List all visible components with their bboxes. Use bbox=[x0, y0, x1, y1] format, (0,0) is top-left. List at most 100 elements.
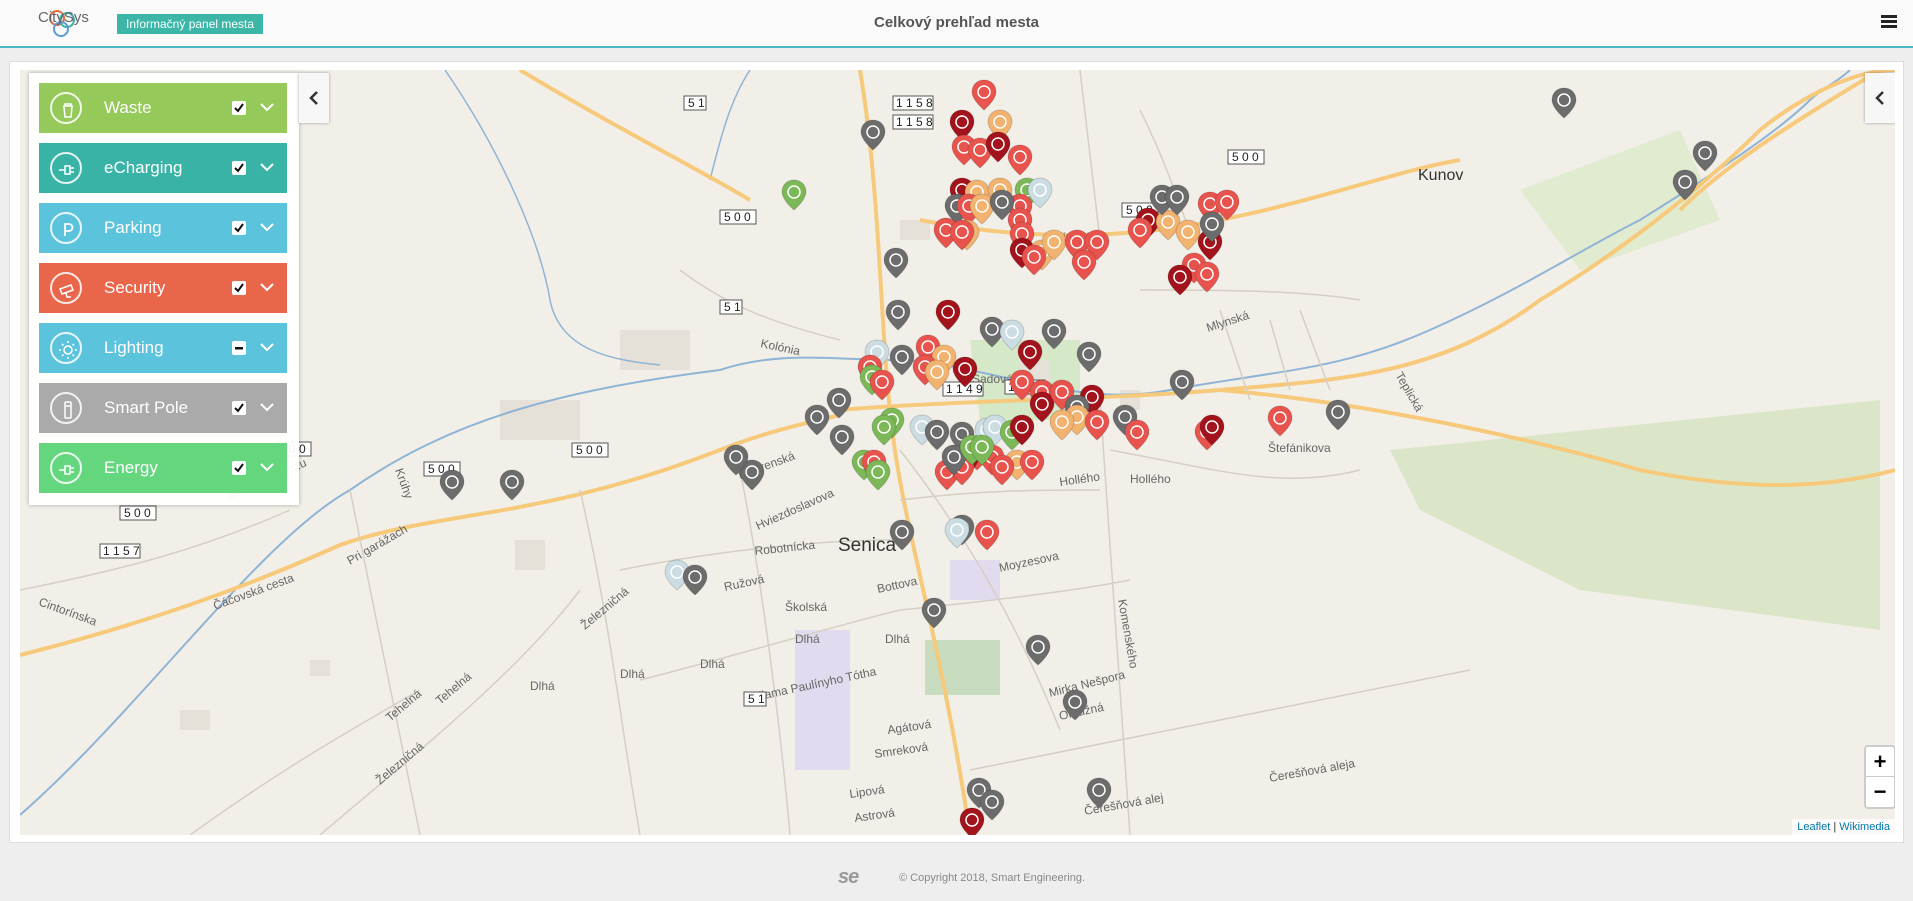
collapse-left-button[interactable] bbox=[299, 73, 329, 123]
map-marker-pin[interactable] bbox=[1019, 449, 1045, 481]
svg-text:5 1: 5 1 bbox=[748, 692, 765, 706]
map-marker-pin[interactable] bbox=[1194, 261, 1220, 293]
svg-text:Hollého: Hollého bbox=[1130, 472, 1171, 486]
svg-text:Bottova: Bottova bbox=[876, 574, 919, 596]
chevron-down-icon[interactable] bbox=[259, 341, 275, 353]
map-marker-pin[interactable] bbox=[1071, 249, 1097, 281]
chevron-down-icon[interactable] bbox=[259, 281, 275, 293]
layer-smart-pole[interactable]: Smart Pole bbox=[39, 383, 287, 433]
map-marker-pin[interactable] bbox=[1021, 244, 1047, 276]
map-marker-pin[interactable] bbox=[1692, 140, 1718, 172]
layer-checkbox[interactable] bbox=[232, 161, 246, 175]
map-marker-pin[interactable] bbox=[971, 79, 997, 111]
layer-echarging[interactable]: eCharging bbox=[39, 143, 287, 193]
map-marker-pin[interactable] bbox=[1267, 405, 1293, 437]
layer-waste[interactable]: Waste bbox=[39, 83, 287, 133]
layer-panel: Waste eCharging Parking Security Lighting Sma… bbox=[29, 73, 299, 505]
chevron-down-icon[interactable] bbox=[259, 221, 275, 233]
svg-text:Smreková: Smreková bbox=[873, 740, 929, 761]
svg-text:Dlhá: Dlhá bbox=[530, 679, 555, 693]
map-marker-pin[interactable] bbox=[1175, 219, 1201, 251]
svg-text:Železničná: Železničná bbox=[372, 738, 426, 787]
map-marker-pin[interactable] bbox=[974, 519, 1000, 551]
svg-text:1 1 5 7: 1 1 5 7 bbox=[103, 544, 140, 558]
layer-checkbox[interactable] bbox=[232, 221, 246, 235]
svg-text:Dlhá: Dlhá bbox=[620, 667, 645, 681]
map-marker-pin[interactable] bbox=[860, 119, 886, 151]
svg-text:Lipová: Lipová bbox=[848, 782, 885, 801]
svg-text:Hviezdoslavova: Hviezdoslavova bbox=[754, 486, 837, 533]
chevron-down-icon[interactable] bbox=[259, 461, 275, 473]
page-title: Celkový prehľad mesta bbox=[873, 14, 1039, 31]
svg-text:Čerešňová aleja: Čerešňová aleja bbox=[1268, 755, 1356, 785]
zoom-out-button[interactable]: − bbox=[1866, 777, 1894, 807]
layer-checkbox[interactable] bbox=[232, 341, 246, 355]
map-marker-pin[interactable] bbox=[1076, 341, 1102, 373]
zoom-in-button[interactable]: + bbox=[1866, 747, 1894, 777]
layer-parking[interactable]: Parking bbox=[39, 203, 287, 253]
map-marker-pin[interactable] bbox=[499, 469, 525, 501]
svg-text:Krúhy: Krúhy bbox=[392, 466, 416, 500]
collapse-right-button[interactable] bbox=[1865, 73, 1895, 123]
layer-checkbox[interactable] bbox=[232, 401, 246, 415]
map-marker-pin[interactable] bbox=[921, 597, 947, 629]
map-base: Kolónia Sotinská Sadová Hollého Hollého … bbox=[20, 70, 1895, 835]
map-marker-pin[interactable] bbox=[1169, 369, 1195, 401]
layer-label: Smart Pole bbox=[104, 398, 189, 417]
energy-icon bbox=[50, 452, 82, 484]
svg-text:5 0 0: 5 0 0 bbox=[576, 443, 603, 457]
map-marker-pin[interactable] bbox=[924, 419, 950, 451]
zoom-control: + − bbox=[1864, 745, 1895, 809]
layer-security[interactable]: Security bbox=[39, 263, 287, 313]
svg-text:Kolónia: Kolónia bbox=[759, 336, 801, 358]
leaflet-link[interactable]: Leaflet bbox=[1797, 821, 1830, 833]
layer-checkbox[interactable] bbox=[232, 101, 246, 115]
wikimedia-link[interactable]: Wikimedia bbox=[1839, 821, 1890, 833]
map-marker-pin[interactable] bbox=[826, 387, 852, 419]
map-marker-pin[interactable] bbox=[889, 344, 915, 376]
map-marker-pin[interactable] bbox=[781, 179, 807, 211]
svg-text:1 1 5 8: 1 1 5 8 bbox=[896, 115, 933, 129]
map-marker-pin[interactable] bbox=[885, 299, 911, 331]
map-marker-pin[interactable] bbox=[1007, 144, 1033, 176]
map-marker-pin[interactable] bbox=[989, 454, 1015, 486]
map-marker-pin[interactable] bbox=[935, 299, 961, 331]
map-marker-pin[interactable] bbox=[682, 564, 708, 596]
svg-text:Dlhá: Dlhá bbox=[885, 632, 910, 646]
trash-icon bbox=[50, 92, 82, 124]
menu-icon[interactable] bbox=[1881, 15, 1897, 29]
map-marker-pin[interactable] bbox=[804, 404, 830, 436]
map-marker-pin[interactable] bbox=[1124, 419, 1150, 451]
chevron-down-icon[interactable] bbox=[259, 161, 275, 173]
chevron-down-icon[interactable] bbox=[259, 401, 275, 413]
chevron-down-icon[interactable] bbox=[259, 101, 275, 113]
plug-icon bbox=[50, 152, 82, 184]
chevron-left-icon bbox=[309, 91, 318, 105]
layer-label: eCharging bbox=[104, 158, 183, 177]
camera-icon bbox=[50, 272, 82, 304]
map[interactable]: Kolónia Sotinská Sadová Hollého Hollého … bbox=[20, 70, 1895, 835]
layer-energy[interactable]: Energy bbox=[39, 443, 287, 493]
svg-text:Mlynská: Mlynská bbox=[1205, 308, 1251, 335]
map-marker-pin[interactable] bbox=[1127, 217, 1153, 249]
svg-text:Tehelná: Tehelná bbox=[383, 686, 424, 724]
map-marker-pin[interactable] bbox=[1049, 409, 1075, 441]
map-marker-pin[interactable] bbox=[1325, 399, 1351, 431]
layer-checkbox[interactable] bbox=[232, 281, 246, 295]
svg-text:Astrová: Astrová bbox=[853, 805, 896, 825]
map-marker-pin[interactable] bbox=[829, 424, 855, 456]
svg-text:5 0 0: 5 0 0 bbox=[724, 210, 751, 224]
map-card: Kolónia Sotinská Sadová Hollého Hollého … bbox=[9, 61, 1904, 843]
svg-text:1 1 5 8: 1 1 5 8 bbox=[896, 96, 933, 110]
map-marker-pin[interactable] bbox=[883, 247, 909, 279]
layer-checkbox[interactable] bbox=[232, 461, 246, 475]
map-marker-pin[interactable] bbox=[1084, 409, 1110, 441]
layer-lighting[interactable]: Lighting bbox=[39, 323, 287, 373]
map-marker-pin[interactable] bbox=[1551, 87, 1577, 119]
parking-icon bbox=[50, 212, 82, 244]
map-marker-pin[interactable] bbox=[865, 459, 891, 491]
map-marker-pin[interactable] bbox=[439, 469, 465, 501]
map-marker-pin[interactable] bbox=[959, 807, 985, 835]
svg-text:Mirka Nešpora: Mirka Nešpora bbox=[1047, 667, 1126, 700]
svg-text:Štefánikova: Štefánikova bbox=[1268, 440, 1331, 455]
